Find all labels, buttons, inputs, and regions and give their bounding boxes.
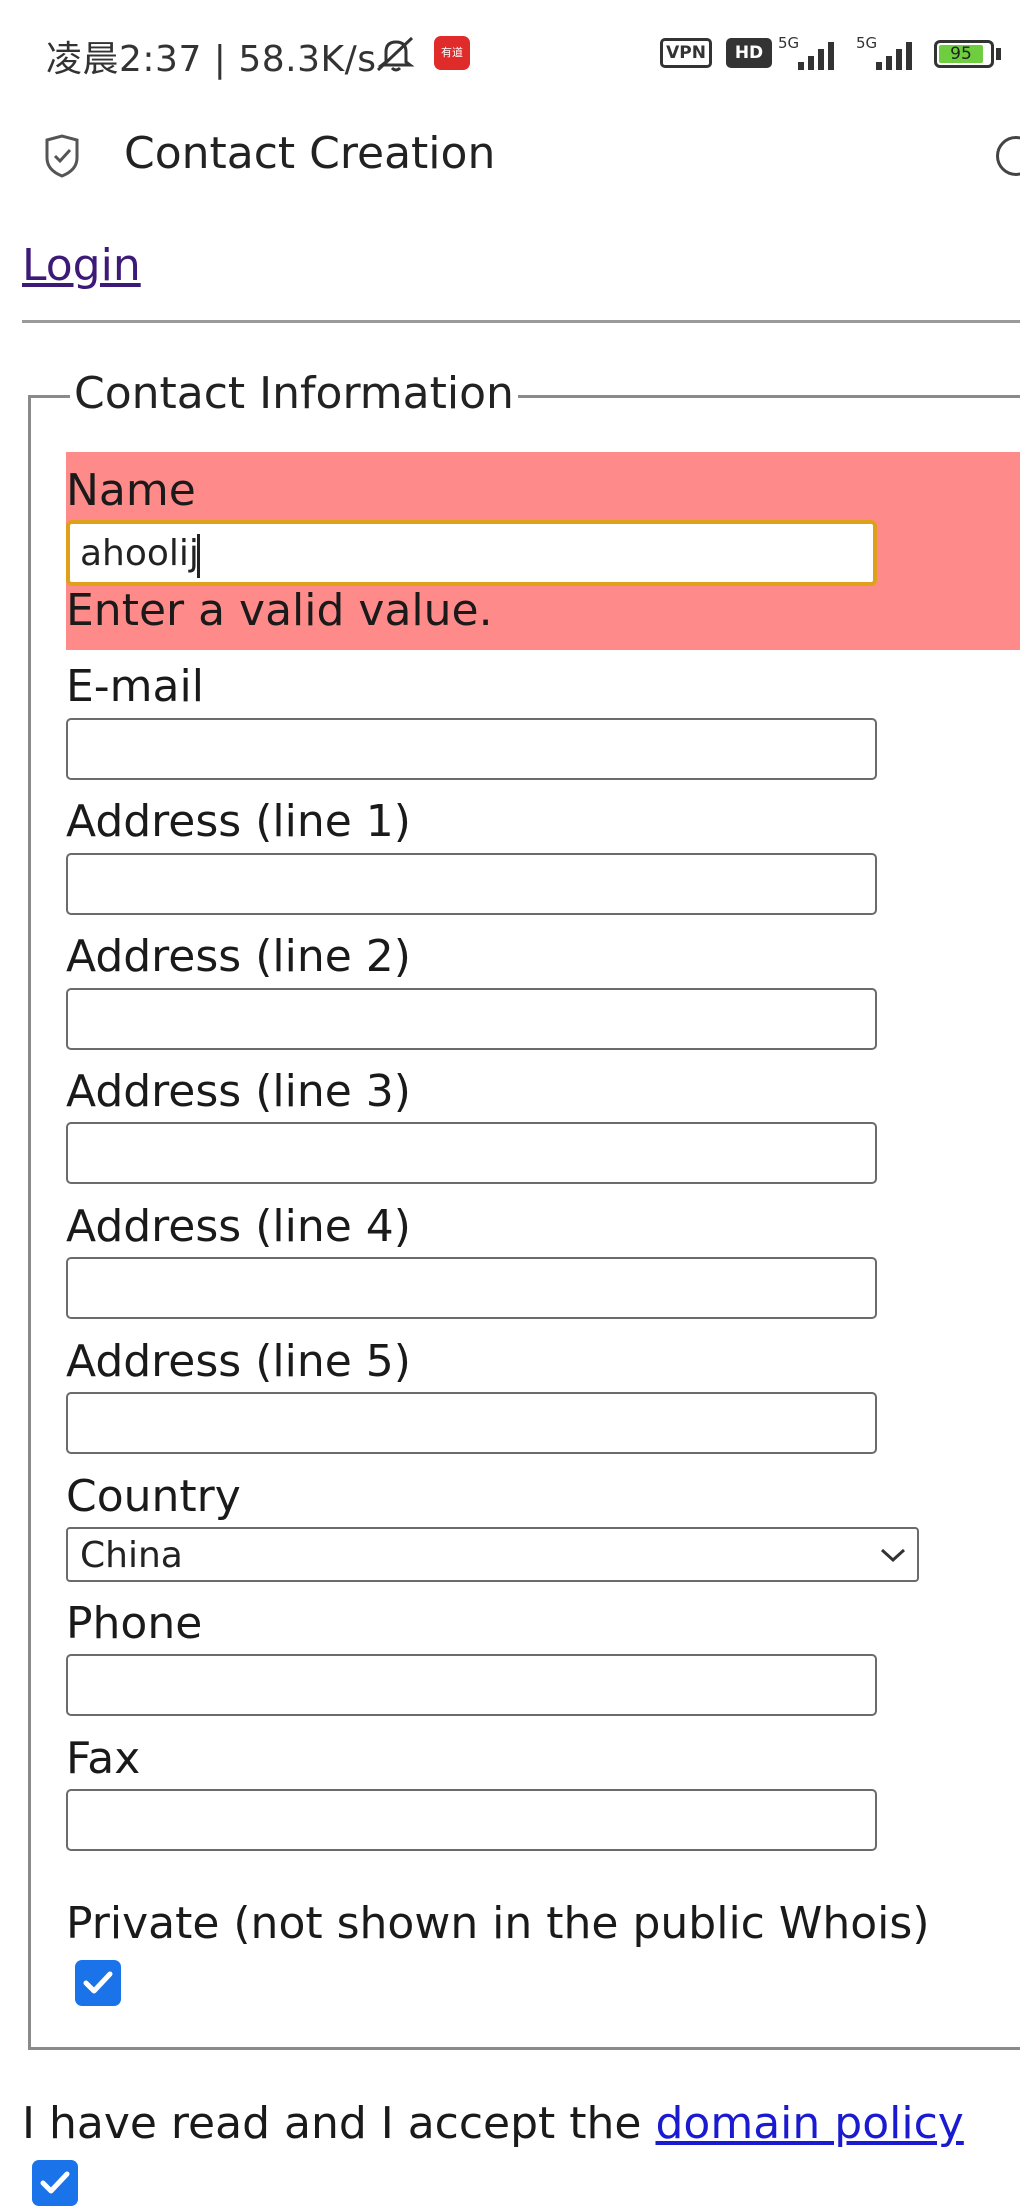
name-label: Name <box>66 465 196 516</box>
fax-label: Fax <box>66 1733 141 1784</box>
hd-icon: HD <box>726 38 772 68</box>
country-label: Country <box>66 1471 241 1522</box>
country-selected-value: China <box>80 1535 183 1576</box>
battery-level: 95 <box>939 45 983 64</box>
email-label: E-mail <box>66 661 204 712</box>
menu-circle-icon[interactable] <box>996 136 1020 176</box>
phone-label: Phone <box>66 1598 203 1649</box>
signal-icon-2 <box>876 42 912 70</box>
status-time: 凌晨2:37 | 58.3K/s <box>46 39 377 80</box>
address-line3-input[interactable] <box>66 1122 877 1184</box>
login-link[interactable]: Login <box>22 240 141 291</box>
policy-checkbox[interactable] <box>32 2160 78 2206</box>
email-input[interactable] <box>66 718 877 780</box>
address-line5-input[interactable] <box>66 1392 877 1454</box>
checkmark-icon <box>40 2171 70 2194</box>
address-line2-input[interactable] <box>66 988 877 1050</box>
address-line5-label: Address (line 5) <box>66 1336 411 1387</box>
battery-tip <box>996 48 1001 60</box>
page-title: Contact Creation <box>124 128 496 179</box>
address-line2-label: Address (line 2) <box>66 931 411 982</box>
app-notification-icon: 有道 <box>434 36 470 70</box>
battery-icon: 95 <box>934 40 994 68</box>
domain-policy-link[interactable]: domain policy <box>656 2098 964 2149</box>
status-bar: 凌晨2:37 | 58.3K/s 有道 VPN HD 5G 5G 95 <box>0 0 1020 110</box>
checkmark-icon <box>83 1971 113 1994</box>
phone-input[interactable] <box>66 1654 877 1716</box>
vpn-icon: VPN <box>660 38 712 68</box>
chevron-down-icon <box>880 1548 906 1563</box>
address-line4-label: Address (line 4) <box>66 1201 411 1252</box>
private-label: Private (not shown in the public Whois) <box>66 1898 930 1949</box>
policy-statement: I have read and I accept the domain poli… <box>22 2098 964 2149</box>
name-input[interactable] <box>66 520 877 586</box>
divider <box>22 320 1020 323</box>
private-checkbox[interactable] <box>75 1960 121 2006</box>
address-line1-label: Address (line 1) <box>66 796 411 847</box>
app-bar: Contact Creation <box>0 110 1020 210</box>
address-line4-input[interactable] <box>66 1257 877 1319</box>
mute-icon <box>376 36 415 72</box>
name-error-message: Enter a valid value. <box>66 585 493 636</box>
signal-icon <box>798 42 834 70</box>
policy-text: I have read and I accept the <box>22 2098 656 2149</box>
fax-input[interactable] <box>66 1789 877 1851</box>
address-line1-input[interactable] <box>66 853 877 915</box>
text-caret <box>197 534 200 578</box>
address-line3-label: Address (line 3) <box>66 1066 411 1117</box>
country-select[interactable]: China <box>66 1527 919 1582</box>
shield-check-icon <box>45 134 79 178</box>
fieldset-legend: Contact Information <box>70 368 518 419</box>
